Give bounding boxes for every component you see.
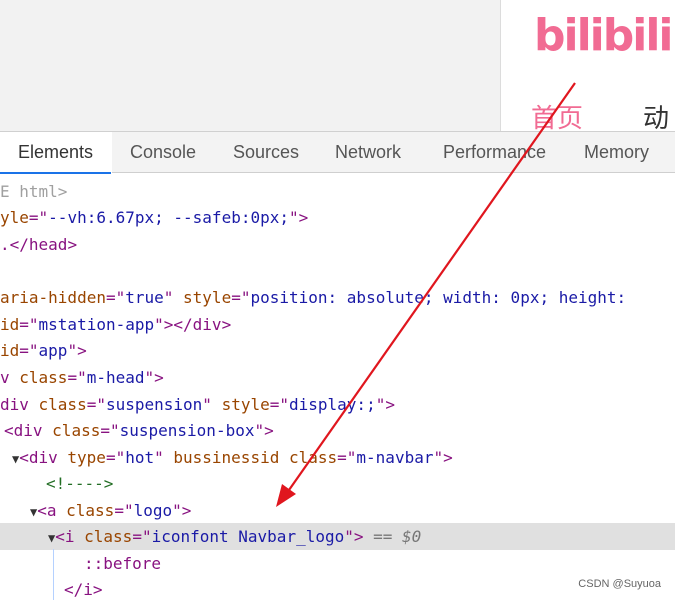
annotation-arrow-icon: [276, 82, 576, 507]
